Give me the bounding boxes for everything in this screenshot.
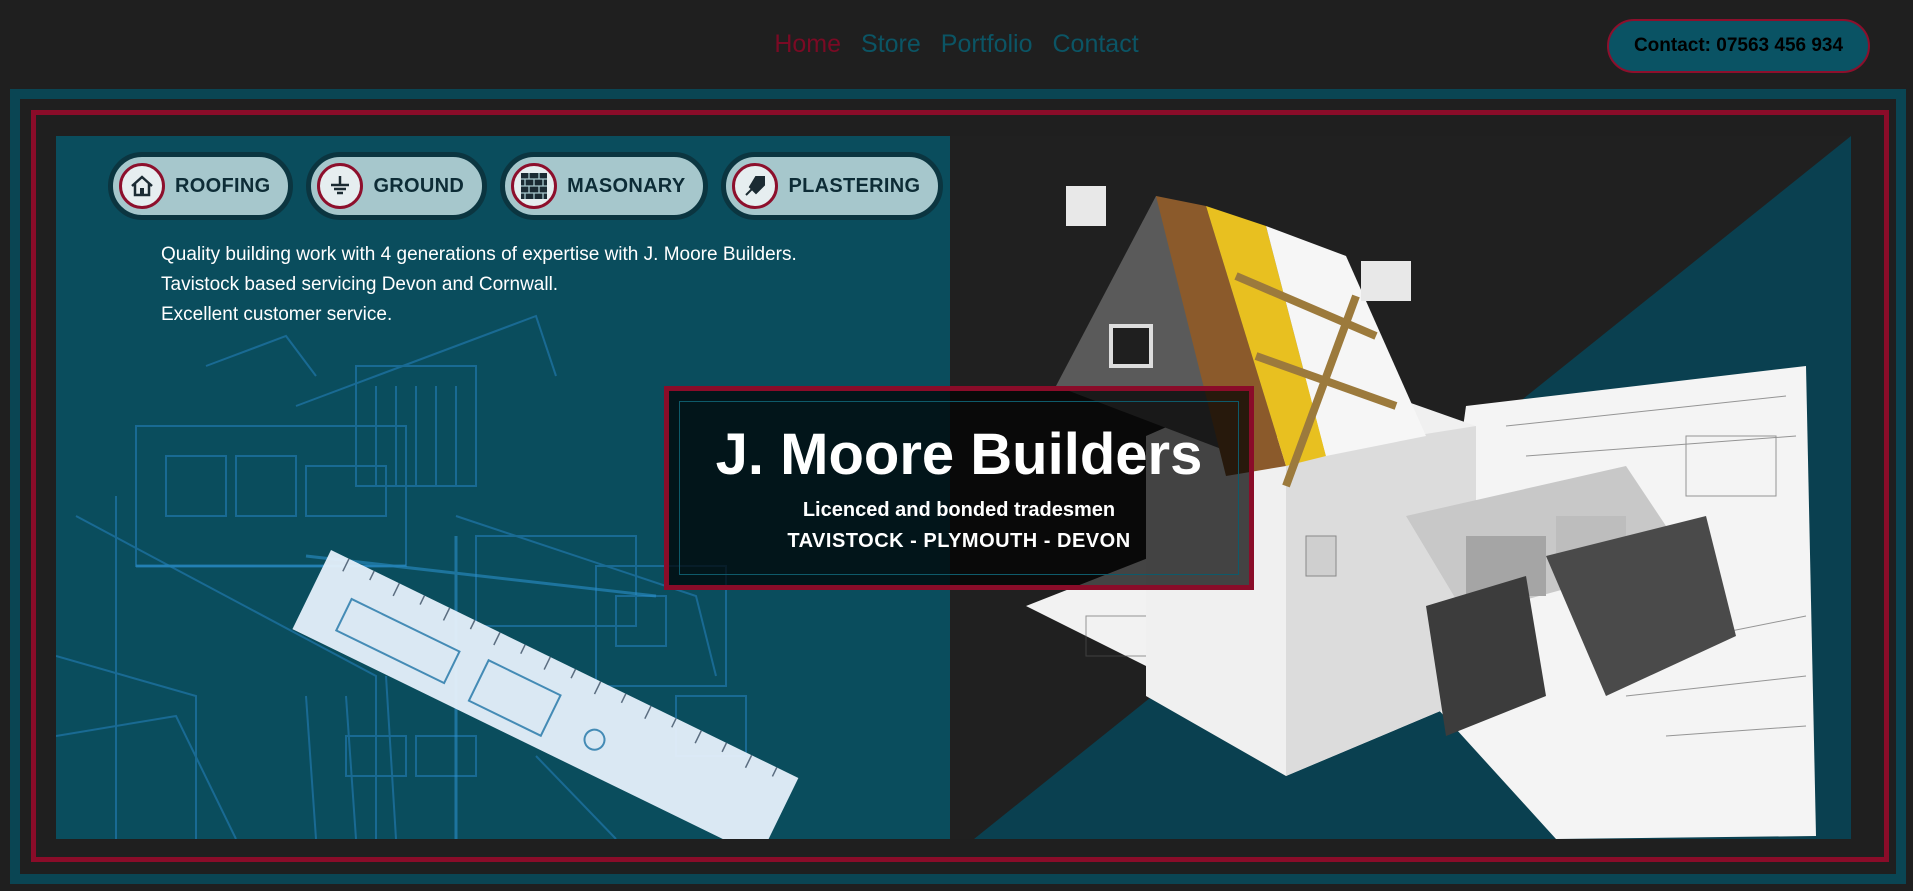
service-ground-button[interactable]: GROUND [306,152,488,220]
nav-store[interactable]: Store [861,30,921,59]
hero-title-box: J. Moore Builders Licenced and bonded tr… [664,386,1254,590]
about-line: Quality building work with 4 generations… [161,244,797,265]
brick-icon [511,163,558,209]
house-icon [119,163,165,209]
service-label: GROUND [373,174,465,197]
ground-icon [317,163,364,209]
service-label: MASONARY [567,174,686,197]
service-label: ROOFING [175,174,271,197]
service-label: PLASTERING [788,174,921,197]
services-list: ROOFING GROUND MASONARY PLASTERING [108,152,944,220]
about-line: Tavistock based servicing Devon and Corn… [161,274,559,295]
nav-home[interactable]: Home [774,30,841,59]
nav-contact[interactable]: Contact [1053,30,1139,59]
company-locations: TAVISTOCK - PLYMOUTH - DEVON [787,530,1131,552]
contact-phone-button[interactable]: Contact: 07563 456 934 [1607,19,1870,73]
about-line: Excellent customer service. [161,304,393,325]
company-subtitle: Licenced and bonded tradesmen [802,499,1116,521]
company-title: J. Moore Builders [715,422,1203,487]
service-masonary-button[interactable]: MASONARY [500,152,709,220]
nav-portfolio[interactable]: Portfolio [941,30,1033,59]
service-roofing-button[interactable]: ROOFING [108,152,294,220]
about-text: Quality building work with 4 generations… [161,240,797,330]
trowel-icon [732,163,779,209]
hero-section: ROOFING GROUND MASONARY PLASTERING Quali… [56,136,1851,839]
service-plastering-button[interactable]: PLASTERING [721,152,944,220]
